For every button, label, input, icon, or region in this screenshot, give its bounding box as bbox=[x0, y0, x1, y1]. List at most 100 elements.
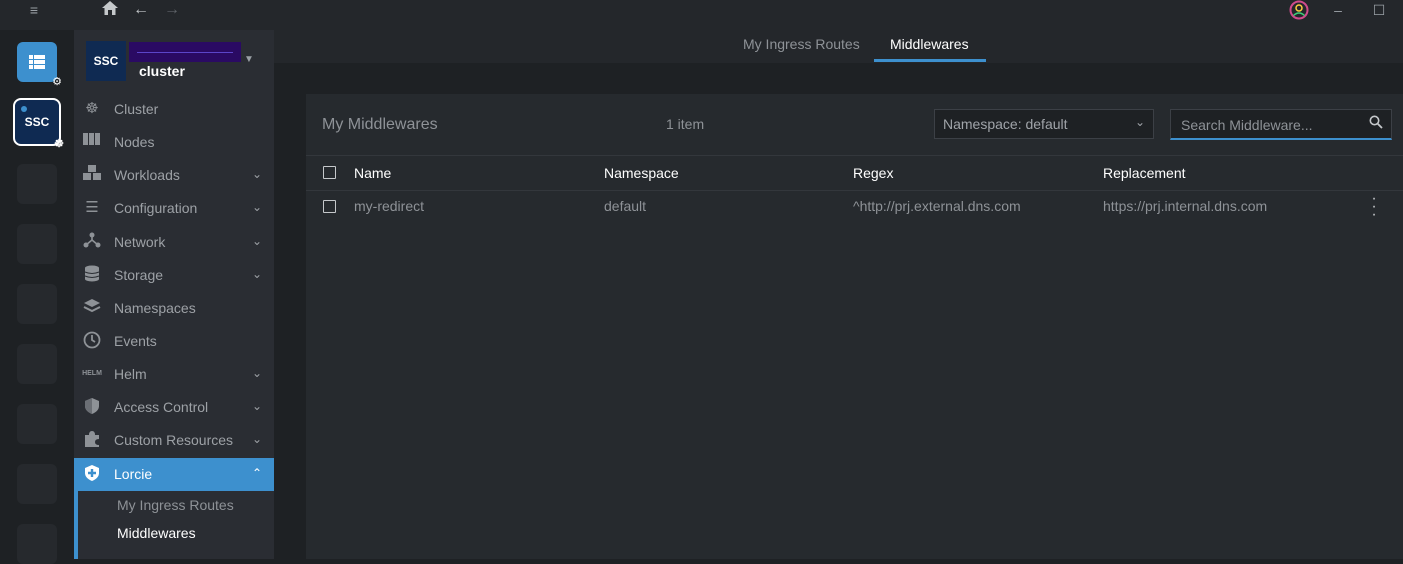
tab-middlewares[interactable]: Middlewares bbox=[890, 36, 969, 52]
column-header-replacement[interactable]: Replacement bbox=[1103, 165, 1186, 181]
cell-namespace: default bbox=[604, 198, 647, 214]
minimize-icon[interactable]: – bbox=[1329, 0, 1347, 20]
row-checkbox[interactable] bbox=[323, 200, 336, 213]
cell-replacement: https://prj.internal.dns.com bbox=[1103, 198, 1268, 214]
cluster-selector[interactable]: SSC cluster ▼ bbox=[74, 30, 274, 90]
shield-icon bbox=[82, 397, 102, 417]
chevron-down-icon[interactable]: ⌄ bbox=[252, 234, 262, 248]
chevron-down-icon: ⌄ bbox=[1134, 115, 1145, 129]
hotbar-slot[interactable] bbox=[17, 524, 57, 564]
cubes-icon bbox=[82, 165, 102, 185]
sidebar-item-label: Nodes bbox=[114, 134, 155, 150]
chevron-down-icon[interactable]: ⌄ bbox=[252, 267, 262, 281]
sidebar-item-access-control[interactable]: Access Control ⌄ bbox=[74, 391, 274, 424]
active-tab-indicator bbox=[874, 59, 986, 62]
hotbar: ⚙ SSC ☸ bbox=[0, 30, 74, 564]
arrow-left-icon[interactable]: ← bbox=[131, 0, 151, 20]
chevron-down-icon[interactable]: ⌄ bbox=[252, 399, 262, 413]
middlewares-panel: My Middlewares 1 item Namespace: default… bbox=[306, 94, 1403, 559]
database-icon bbox=[82, 265, 102, 285]
sidebar-item-events[interactable]: Events bbox=[74, 325, 274, 358]
column-header-regex[interactable]: Regex bbox=[853, 165, 893, 181]
sidebar-item-custom-resources[interactable]: Custom Resources ⌄ bbox=[74, 424, 274, 457]
home-icon[interactable] bbox=[100, 0, 120, 20]
sidebar-item-label: Cluster bbox=[114, 101, 159, 117]
sidebar-item-configuration[interactable]: ☰ Configuration ⌄ bbox=[74, 192, 274, 225]
sidebar-item-cluster[interactable]: ☸ Cluster bbox=[74, 93, 274, 126]
clock-icon bbox=[82, 331, 102, 351]
hotbar-slot[interactable] bbox=[17, 464, 57, 504]
sidebar-item-namespaces[interactable]: Namespaces bbox=[74, 292, 274, 325]
table-row[interactable]: my-redirect default ^http://prj.external… bbox=[306, 190, 1403, 223]
sidebar-item-label: Helm bbox=[114, 366, 147, 382]
namespace-select-value: Namespace: default bbox=[943, 116, 1068, 132]
arrow-right-icon[interactable]: → bbox=[162, 0, 182, 20]
helm-icon: HELM bbox=[82, 370, 102, 377]
layers-icon bbox=[82, 298, 102, 318]
caret-down-icon[interactable]: ▼ bbox=[244, 54, 254, 65]
sidebar-item-label: Events bbox=[114, 333, 157, 349]
sidebar-item-label: Network bbox=[114, 234, 166, 250]
search-box[interactable] bbox=[1170, 109, 1392, 140]
server-icon bbox=[82, 132, 102, 152]
chevron-down-icon[interactable]: ⌄ bbox=[252, 366, 262, 380]
page-title: My Middlewares bbox=[322, 116, 438, 133]
hotbar-cluster-label: SSC bbox=[24, 115, 50, 129]
sidebar-item-label: Custom Resources bbox=[114, 432, 234, 448]
status-dot bbox=[21, 106, 27, 112]
search-input[interactable] bbox=[1179, 114, 1363, 136]
cell-name: my-redirect bbox=[354, 198, 425, 214]
sidebar-item-label: Lorcie bbox=[114, 466, 153, 482]
helm-wheel-icon: ☸ bbox=[54, 138, 64, 150]
tab-bar: My Ingress Routes Middlewares bbox=[274, 30, 1403, 63]
chevron-down-icon[interactable]: ⌄ bbox=[252, 200, 262, 214]
hotbar-cluster-ssc[interactable]: SSC ☸ bbox=[13, 98, 64, 150]
hotbar-slot[interactable] bbox=[17, 404, 57, 444]
submenu-item-middlewares[interactable]: Middlewares bbox=[117, 525, 196, 541]
hamburger-icon[interactable]: ≡ bbox=[24, 0, 44, 20]
chevron-up-icon[interactable]: ⌃ bbox=[252, 466, 262, 480]
lorcie-submenu: My Ingress Routes Middlewares bbox=[74, 491, 274, 559]
sidebar-item-lorcie[interactable]: Lorcie ⌃ bbox=[74, 458, 274, 491]
gear-icon: ⚙ bbox=[52, 76, 62, 88]
title-bar: ≡ ← → – ☐ bbox=[0, 0, 1403, 30]
sidebar-item-workloads[interactable]: Workloads ⌄ bbox=[74, 159, 274, 192]
tab-my-ingress-routes[interactable]: My Ingress Routes bbox=[743, 36, 860, 52]
sidebar-item-label: Namespaces bbox=[114, 300, 196, 316]
hotbar-slot[interactable] bbox=[17, 344, 57, 384]
sidebar: SSC cluster ▼ ☸ Cluster Nodes Workloads … bbox=[74, 30, 274, 559]
main-content: My Ingress Routes Middlewares My Middlew… bbox=[274, 30, 1403, 559]
sidebar-item-network[interactable]: Network ⌄ bbox=[74, 226, 274, 259]
catalog-button[interactable]: ⚙ bbox=[17, 42, 62, 88]
submenu-item-my-ingress-routes[interactable]: My Ingress Routes bbox=[117, 497, 234, 513]
shield-plus-icon bbox=[82, 464, 102, 484]
hotbar-slot[interactable] bbox=[17, 164, 57, 204]
sidebar-item-nodes[interactable]: Nodes bbox=[74, 126, 274, 159]
column-header-name[interactable]: Name bbox=[354, 165, 391, 181]
chevron-down-icon[interactable]: ⌄ bbox=[252, 167, 262, 181]
search-icon[interactable] bbox=[1369, 115, 1383, 132]
sidebar-item-label: Workloads bbox=[114, 167, 180, 183]
sidebar-item-storage[interactable]: Storage ⌄ bbox=[74, 259, 274, 292]
helm-wheel-icon: ☸ bbox=[85, 100, 99, 117]
redacted-cluster-prefix bbox=[129, 42, 241, 62]
cluster-avatar: SSC bbox=[86, 41, 126, 81]
hotbar-slot[interactable] bbox=[17, 284, 57, 324]
item-count: 1 item bbox=[666, 116, 705, 132]
sidebar-item-label: Storage bbox=[114, 267, 164, 283]
sidebar-item-helm[interactable]: HELM Helm ⌄ bbox=[74, 358, 274, 391]
cell-regex: ^http://prj.external.dns.com bbox=[853, 198, 1021, 214]
cluster-name: cluster bbox=[139, 63, 185, 79]
column-header-namespace[interactable]: Namespace bbox=[604, 165, 679, 181]
more-vertical-icon[interactable]: · · · bbox=[1371, 191, 1377, 223]
sidebar-item-label: Configuration bbox=[114, 200, 198, 216]
chevron-down-icon[interactable]: ⌄ bbox=[252, 432, 262, 446]
user-avatar-icon[interactable] bbox=[1288, 0, 1310, 20]
sidebar-item-label: Access Control bbox=[114, 399, 209, 415]
network-icon bbox=[82, 232, 102, 252]
select-all-checkbox[interactable] bbox=[323, 166, 336, 179]
maximize-icon[interactable]: ☐ bbox=[1370, 0, 1388, 20]
table-header: Name Namespace Regex Replacement bbox=[306, 155, 1403, 191]
hotbar-slot[interactable] bbox=[17, 224, 57, 264]
namespace-select[interactable]: Namespace: default ⌄ bbox=[934, 109, 1154, 139]
